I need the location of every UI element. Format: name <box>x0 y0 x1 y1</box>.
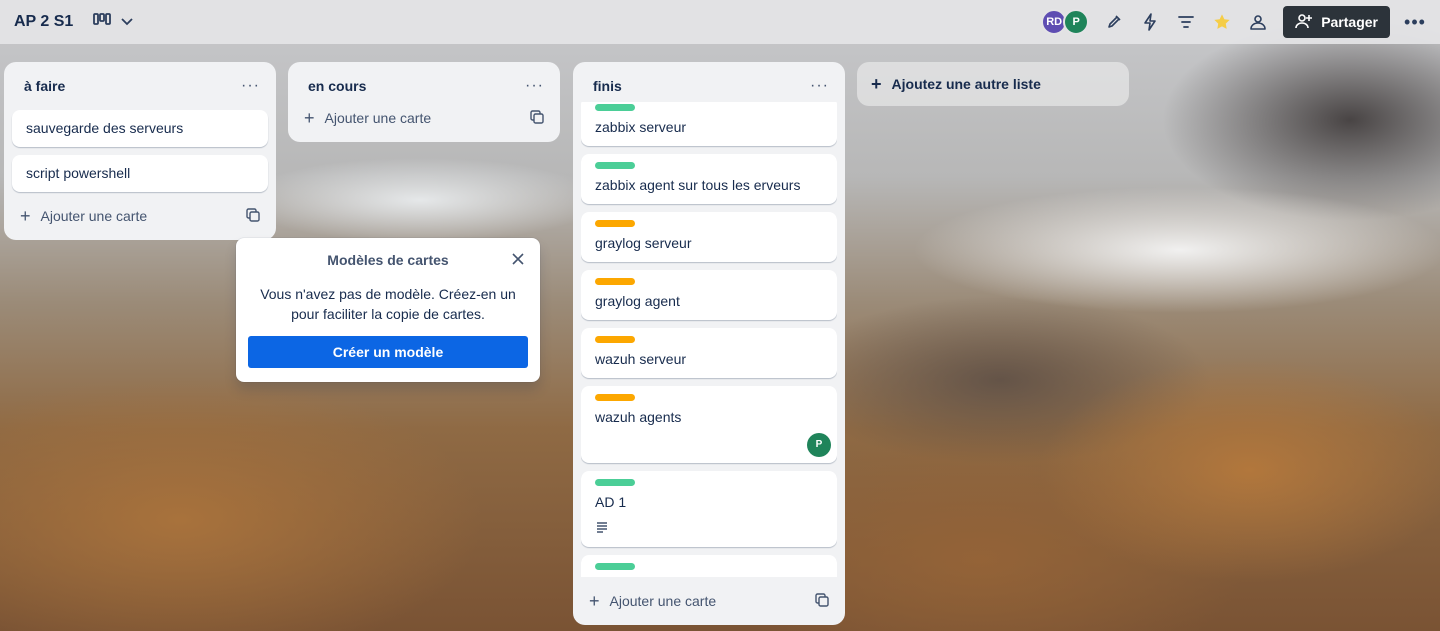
card-label <box>595 104 635 111</box>
add-list-label: Ajoutez une autre liste <box>891 76 1041 92</box>
add-card-label: Ajouter une carte <box>40 208 148 224</box>
card-title: graylog serveur <box>595 235 692 251</box>
card-title: script powershell <box>26 165 131 181</box>
card-item[interactable]: wazuh agents P <box>581 386 837 463</box>
card-item[interactable]: graylog serveur <box>581 212 837 262</box>
list-cards-scroll[interactable]: zabbix serveur zabbix agent sur tous les… <box>581 102 837 577</box>
popover-title: Modèles de cartes <box>327 252 449 268</box>
card-item[interactable]: zabbix serveur <box>581 102 837 146</box>
card-label <box>595 162 635 169</box>
card-item[interactable] <box>581 555 837 577</box>
card-label <box>595 336 635 343</box>
power-ups-icon[interactable] <box>1103 11 1125 33</box>
card-label <box>595 394 635 401</box>
card-item[interactable]: AD 1 <box>581 471 837 547</box>
workspace-visibility-icon[interactable] <box>1247 11 1269 33</box>
card-template-icon[interactable] <box>530 109 544 127</box>
automation-icon[interactable] <box>1139 11 1161 33</box>
add-card-button[interactable]: + Ajouter une carte <box>581 585 837 617</box>
card-label <box>595 278 635 285</box>
card-title: AD 1 <box>595 494 627 510</box>
card-title: zabbix serveur <box>595 119 687 135</box>
board-header: AP 2 S1 RD P Partager ••• <box>0 0 1440 44</box>
description-icon <box>595 518 823 538</box>
board-menu-icon[interactable]: ••• <box>1404 11 1426 33</box>
card-item[interactable]: graylog agent <box>581 270 837 320</box>
star-icon[interactable] <box>1211 11 1233 33</box>
plus-icon: + <box>304 108 315 128</box>
list-title[interactable]: à faire <box>24 78 65 94</box>
board-members: RD P <box>1041 9 1090 35</box>
card-title: sauvegarde des serveurs <box>26 120 184 136</box>
plus-icon: + <box>20 206 31 226</box>
member-avatar-p[interactable]: P <box>1063 9 1090 35</box>
chevron-down-icon <box>121 13 133 31</box>
card-title: wazuh serveur <box>595 351 687 367</box>
board-view-icon <box>93 12 112 32</box>
share-button-label: Partager <box>1321 14 1378 30</box>
plus-icon: + <box>589 591 600 611</box>
filter-icon[interactable] <box>1175 11 1197 33</box>
card-label <box>595 563 635 570</box>
list-title[interactable]: finis <box>593 78 622 94</box>
card-member-avatar[interactable]: P <box>807 433 831 457</box>
list-title[interactable]: en cours <box>308 78 366 94</box>
card-label <box>595 220 635 227</box>
card-item[interactable]: wazuh serveur <box>581 328 837 378</box>
add-member-icon <box>1295 13 1313 32</box>
card-title: zabbix agent sur tous les erveurs <box>595 177 801 193</box>
popover-text: Vous n'avez pas de modèle. Créez-en un p… <box>260 286 516 322</box>
list-menu-icon[interactable]: ··· <box>525 77 544 95</box>
board-view-switcher[interactable] <box>93 12 133 32</box>
card-item[interactable]: script powershell <box>12 155 268 192</box>
plus-icon: + <box>871 74 882 94</box>
add-card-button[interactable]: + Ajouter une carte <box>296 102 552 134</box>
card-item[interactable]: sauvegarde des serveurs <box>12 110 268 147</box>
list-done: finis ··· zabbix serveur zabbix agent su… <box>573 62 845 625</box>
board-title[interactable]: AP 2 S1 <box>14 13 73 31</box>
share-button[interactable]: Partager <box>1283 6 1390 38</box>
close-icon[interactable] <box>512 252 524 270</box>
card-template-icon[interactable] <box>246 207 260 225</box>
card-item[interactable]: zabbix agent sur tous les erveurs <box>581 154 837 204</box>
card-templates-popover: Modèles de cartes Vous n'avez pas de mod… <box>236 238 540 382</box>
card-template-icon[interactable] <box>815 592 829 610</box>
add-card-label: Ajouter une carte <box>324 110 432 126</box>
add-card-button[interactable]: + Ajouter une carte <box>12 200 268 232</box>
add-card-label: Ajouter une carte <box>609 593 717 609</box>
list-todo: à faire ··· sauvegarde des serveurs scri… <box>4 62 276 240</box>
create-template-button[interactable]: Créer un modèle <box>248 336 528 368</box>
card-title: graylog agent <box>595 293 680 309</box>
list-menu-icon[interactable]: ··· <box>810 77 829 95</box>
add-list-button[interactable]: + Ajoutez une autre liste <box>857 62 1129 106</box>
card-title: wazuh agents <box>595 409 682 425</box>
card-label <box>595 479 635 486</box>
list-doing: en cours ··· + Ajouter une carte <box>288 62 560 142</box>
list-menu-icon[interactable]: ··· <box>241 77 260 95</box>
